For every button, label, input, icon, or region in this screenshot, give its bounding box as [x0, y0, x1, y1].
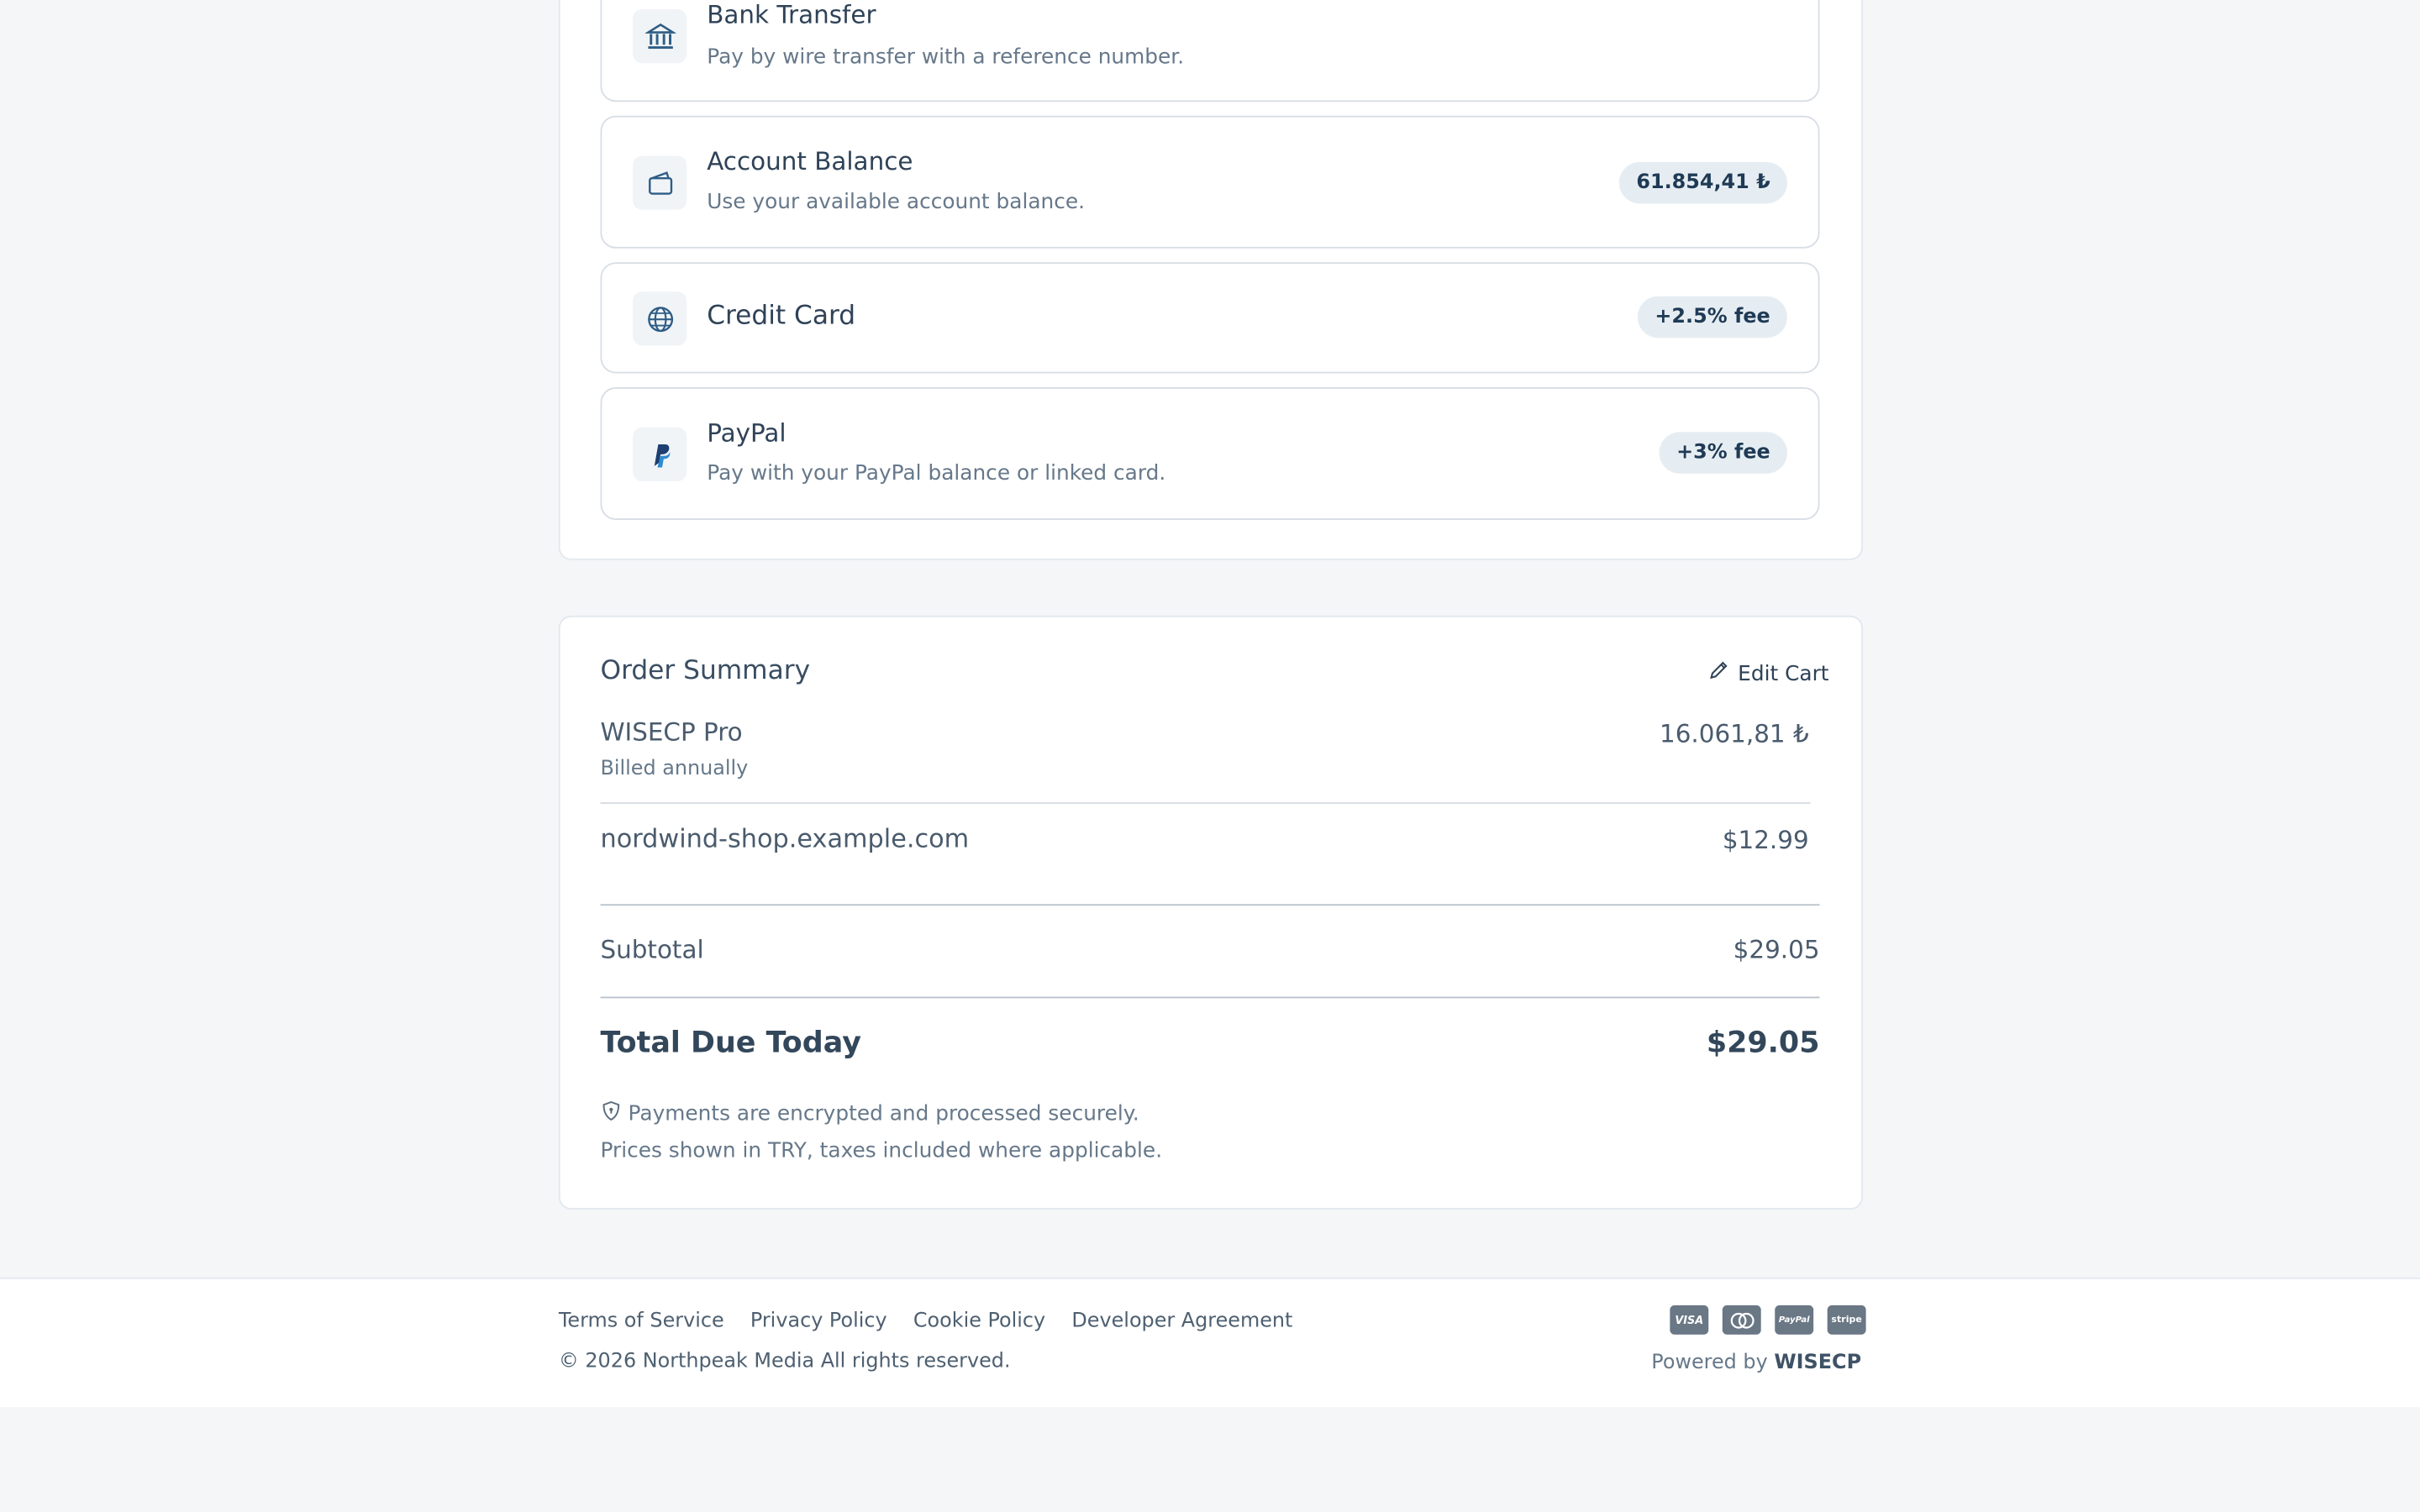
divider	[600, 802, 1811, 804]
method-description: Pay with your PayPal balance or linked c…	[707, 461, 1166, 486]
method-title: Credit Card	[707, 301, 856, 332]
fee-badge: +2.5% fee	[1638, 296, 1787, 339]
method-title: PayPal	[707, 417, 786, 448]
security-note-text: Payments are encrypted and processed sec…	[628, 1101, 1139, 1126]
footer-links: Terms of Service Privacy Policy Cookie P…	[559, 1310, 1293, 1333]
footer-link-privacy[interactable]: Privacy Policy	[750, 1310, 887, 1333]
payment-method-bank-transfer[interactable]: Bank Transfer Pay by wire transfer with …	[600, 0, 1820, 102]
stripe-icon: stripe	[1827, 1305, 1866, 1335]
footer-link-developer[interactable]: Developer Agreement	[1071, 1310, 1292, 1333]
method-title: Account Balance	[707, 146, 913, 176]
shield-icon	[600, 1100, 622, 1128]
security-note: Payments are encrypted and processed sec…	[600, 1100, 1139, 1128]
subtotal-value: $29.05	[1733, 935, 1820, 964]
paypal-card-icon: PayPal	[1775, 1305, 1814, 1335]
edit-cart-link[interactable]: Edit Cart	[1707, 659, 1829, 688]
subtotal-label: Subtotal	[600, 935, 704, 964]
line-item-name: WISECP Pro	[600, 717, 743, 747]
method-description: Use your available account balance.	[707, 189, 1086, 215]
powered-by: Powered by WISECP	[1651, 1352, 1861, 1375]
total-due-value: $29.05	[1706, 1026, 1820, 1060]
powered-by-prefix: Powered by	[1651, 1351, 1768, 1375]
edit-cart-label: Edit Cart	[1738, 661, 1829, 686]
bank-icon	[633, 9, 687, 64]
payment-method-account-balance[interactable]: Account Balance Use your available accou…	[600, 115, 1820, 249]
fee-badge: +3% fee	[1659, 432, 1787, 474]
total-due-label: Total Due Today	[600, 1026, 861, 1060]
footer	[0, 1277, 2420, 1408]
mastercard-icon	[1722, 1305, 1761, 1335]
globe-icon	[633, 291, 687, 346]
line-item-price: 16.061,81 ₺	[1660, 718, 1809, 748]
order-summary-title: Order Summary	[600, 655, 811, 687]
footer-link-terms[interactable]: Terms of Service	[559, 1310, 724, 1333]
method-title: Bank Transfer	[707, 0, 876, 29]
visa-icon: VISA	[1670, 1305, 1709, 1335]
paypal-icon	[633, 427, 687, 482]
accepted-cards: VISA PayPal stripe	[1670, 1305, 1866, 1335]
payment-method-paypal[interactable]: PayPal Pay with your PayPal balance or l…	[600, 387, 1820, 520]
copyright: © 2026 Northpeak Media All rights reserv…	[558, 1350, 1011, 1373]
pencil-icon	[1707, 659, 1730, 688]
method-description: Pay by wire transfer with a reference nu…	[707, 45, 1185, 70]
divider	[600, 904, 1820, 906]
footer-link-cookie[interactable]: Cookie Policy	[913, 1310, 1045, 1333]
divider	[600, 996, 1820, 999]
line-item-billing: Billed annually	[600, 757, 749, 781]
line-item-name: nordwind-shop.example.com	[600, 823, 970, 853]
line-item-price: $12.99	[1722, 825, 1809, 855]
powered-by-brand[interactable]: WISECP	[1774, 1352, 1861, 1375]
wallet-icon	[633, 155, 687, 210]
currency-note: Prices shown in TRY, taxes included wher…	[600, 1138, 1163, 1163]
balance-badge: 61.854,41 ₺	[1619, 161, 1787, 204]
payment-method-credit-card[interactable]: Credit Card +2.5% fee	[600, 262, 1820, 374]
